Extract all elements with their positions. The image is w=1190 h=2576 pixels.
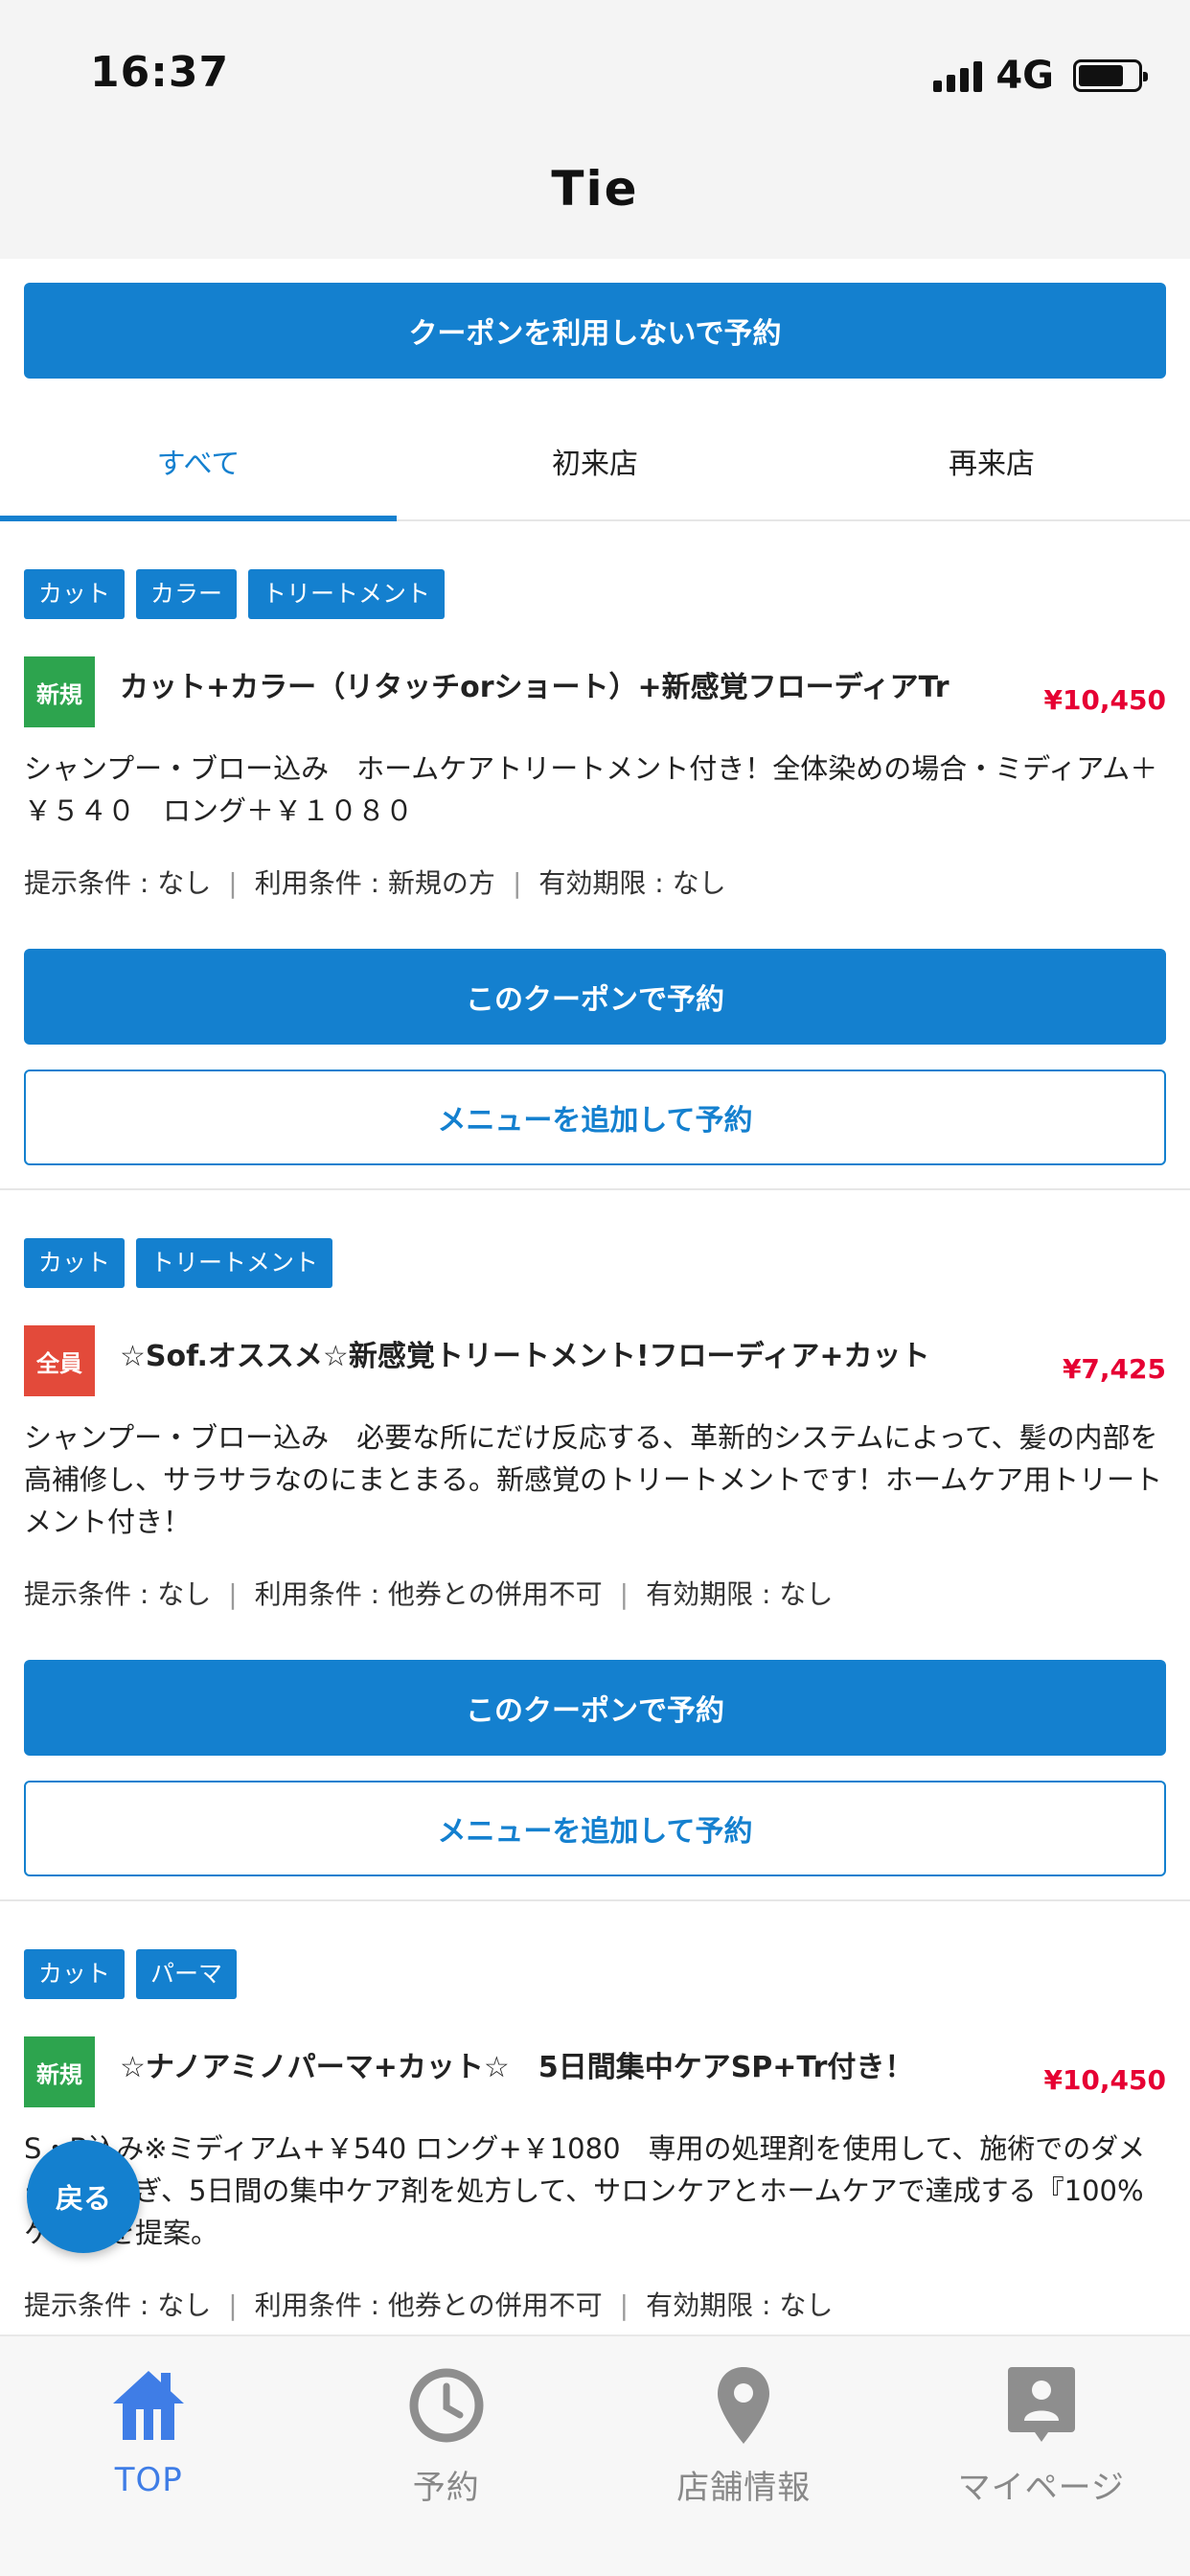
add-menu-reserve-button[interactable]: メニューを追加して予約: [24, 1781, 1166, 1876]
header: Tie: [0, 144, 1190, 259]
coupon-tags: カット パーマ: [24, 1949, 238, 1999]
new-customer-badge: 新規: [24, 2036, 95, 2107]
status-bar: 16:37 4G: [0, 0, 1190, 144]
nav-label: マイページ: [957, 2469, 1125, 2507]
new-customer-badge: 新規: [24, 656, 95, 727]
coupon-tag: カラー: [136, 569, 238, 619]
coupon-title: カット+カラー（リタッチorショート）+新感覚フローディアTr: [120, 671, 950, 704]
coupon-tags: カット カラー トリートメント: [24, 569, 446, 619]
tab-first-visit[interactable]: 初来店: [397, 402, 793, 519]
tab-repeat-visit[interactable]: 再来店: [793, 402, 1190, 519]
coupon-price: ¥7,425: [1062, 1353, 1166, 1385]
bottom-navigation: TOP 予約 店舗情報 マイページ: [0, 2334, 1190, 2576]
coupon-description: シャンプー・ブロー込み 必要な所にだけ反応する、革新的システムによって、髪の内部…: [24, 1421, 1163, 1538]
reserve-with-coupon-button[interactable]: このクーポンで予約: [24, 949, 1166, 1045]
nav-label: TOP: [114, 2461, 183, 2499]
user-card-icon: [1001, 2365, 1082, 2446]
coupon-card: カット カラー トリートメント 新規 カット+カラー（リタッチorショート）+新…: [0, 521, 1190, 1190]
separator: |: [619, 1578, 629, 1610]
display-condition: 提示条件 : なし: [24, 1578, 212, 1610]
coupon-price: ¥10,450: [1043, 2064, 1166, 2096]
expiry-condition: 有効期限 : なし: [646, 1578, 834, 1610]
coupon-price: ¥10,450: [1043, 684, 1166, 716]
coupon-conditions: 提示条件 : なし | 利用条件 : 新規の方 | 有効期限 : なし: [24, 862, 1166, 901]
usage-condition: 利用条件 : 他券との併用不可: [254, 1578, 603, 1610]
reserve-without-coupon-button[interactable]: クーポンを利用しないで予約: [24, 283, 1166, 379]
separator: |: [228, 2289, 238, 2321]
nav-label: 予約: [412, 2469, 480, 2507]
coupon-description: シャンプー・ブロー込み ホームケアトリートメント付き！全体染めの場合・ミディアム…: [24, 752, 1158, 827]
display-condition: 提示条件 : なし: [24, 867, 212, 899]
signal-icon: [933, 59, 983, 92]
add-menu-reserve-button[interactable]: メニューを追加して予約: [24, 1070, 1166, 1165]
coupon-tag: トリートメント: [136, 1238, 333, 1288]
page-title: Tie: [551, 161, 639, 217]
nav-item-top[interactable]: TOP: [0, 2336, 298, 2576]
separator: |: [228, 867, 238, 899]
status-time: 16:37: [90, 48, 230, 97]
separator: |: [619, 2289, 629, 2321]
nav-label: 店舗情報: [676, 2469, 812, 2507]
status-indicators: 4G: [933, 54, 1148, 98]
coupon-conditions: 提示条件 : なし | 利用条件 : 他券との併用不可 | 有効期限 : なし: [24, 2285, 1166, 2323]
coupon-tag: パーマ: [136, 1949, 238, 1999]
separator: |: [228, 1578, 238, 1610]
reserve-with-coupon-button[interactable]: このクーポンで予約: [24, 1660, 1166, 1756]
home-icon: [108, 2365, 189, 2446]
coupon-title: ☆Sof.オススメ☆新感覚トリートメント!フローディア+カット: [120, 1340, 930, 1373]
all-customers-badge: 全員: [24, 1325, 95, 1396]
usage-condition: 利用条件 : 新規の方: [254, 867, 495, 899]
coupon-tag: カット: [24, 1238, 126, 1288]
coupon-tag: カット: [24, 569, 126, 619]
coupon-card: カット トリートメント 全員 ☆Sof.オススメ☆新感覚トリートメント!フローデ…: [0, 1190, 1190, 1901]
tab-all[interactable]: すべて: [0, 402, 397, 521]
coupon-description: S・B込み※ミディアム+￥540 ロング+￥1080 専用の処理剤を使用して、施…: [24, 2132, 1146, 2249]
display-condition: 提示条件 : なし: [24, 2289, 212, 2321]
nav-item-reservation[interactable]: 予約: [298, 2336, 596, 2576]
nav-item-store-info[interactable]: 店舗情報: [595, 2336, 893, 2576]
separator: |: [512, 867, 522, 899]
coupon-conditions: 提示条件 : なし | 利用条件 : 他券との併用不可 | 有効期限 : なし: [24, 1574, 1166, 1612]
coupon-tag: カット: [24, 1949, 126, 1999]
coupon-tag: トリートメント: [248, 569, 446, 619]
coupon-filter-tabs: すべて 初来店 再来店: [0, 402, 1190, 521]
usage-condition: 利用条件 : 他券との併用不可: [254, 2289, 603, 2321]
coupon-tags: カット トリートメント: [24, 1238, 333, 1288]
back-button[interactable]: 戻る: [27, 2140, 140, 2253]
battery-icon: [1073, 59, 1148, 92]
network-type: 4G: [995, 54, 1054, 98]
expiry-condition: 有効期限 : なし: [646, 2289, 834, 2321]
coupon-title: ☆ナノアミノパーマ+カット☆ 5日間集中ケアSP+Tr付き！: [120, 2051, 914, 2084]
coupon-card: カット パーマ 新規 ☆ナノアミノパーマ+カット☆ 5日間集中ケアSP+Tr付き…: [0, 1901, 1190, 2342]
clock-icon: [406, 2365, 487, 2446]
expiry-condition: 有効期限 : なし: [538, 867, 726, 899]
nav-item-mypage[interactable]: マイページ: [893, 2336, 1190, 2576]
location-pin-icon: [703, 2365, 784, 2446]
